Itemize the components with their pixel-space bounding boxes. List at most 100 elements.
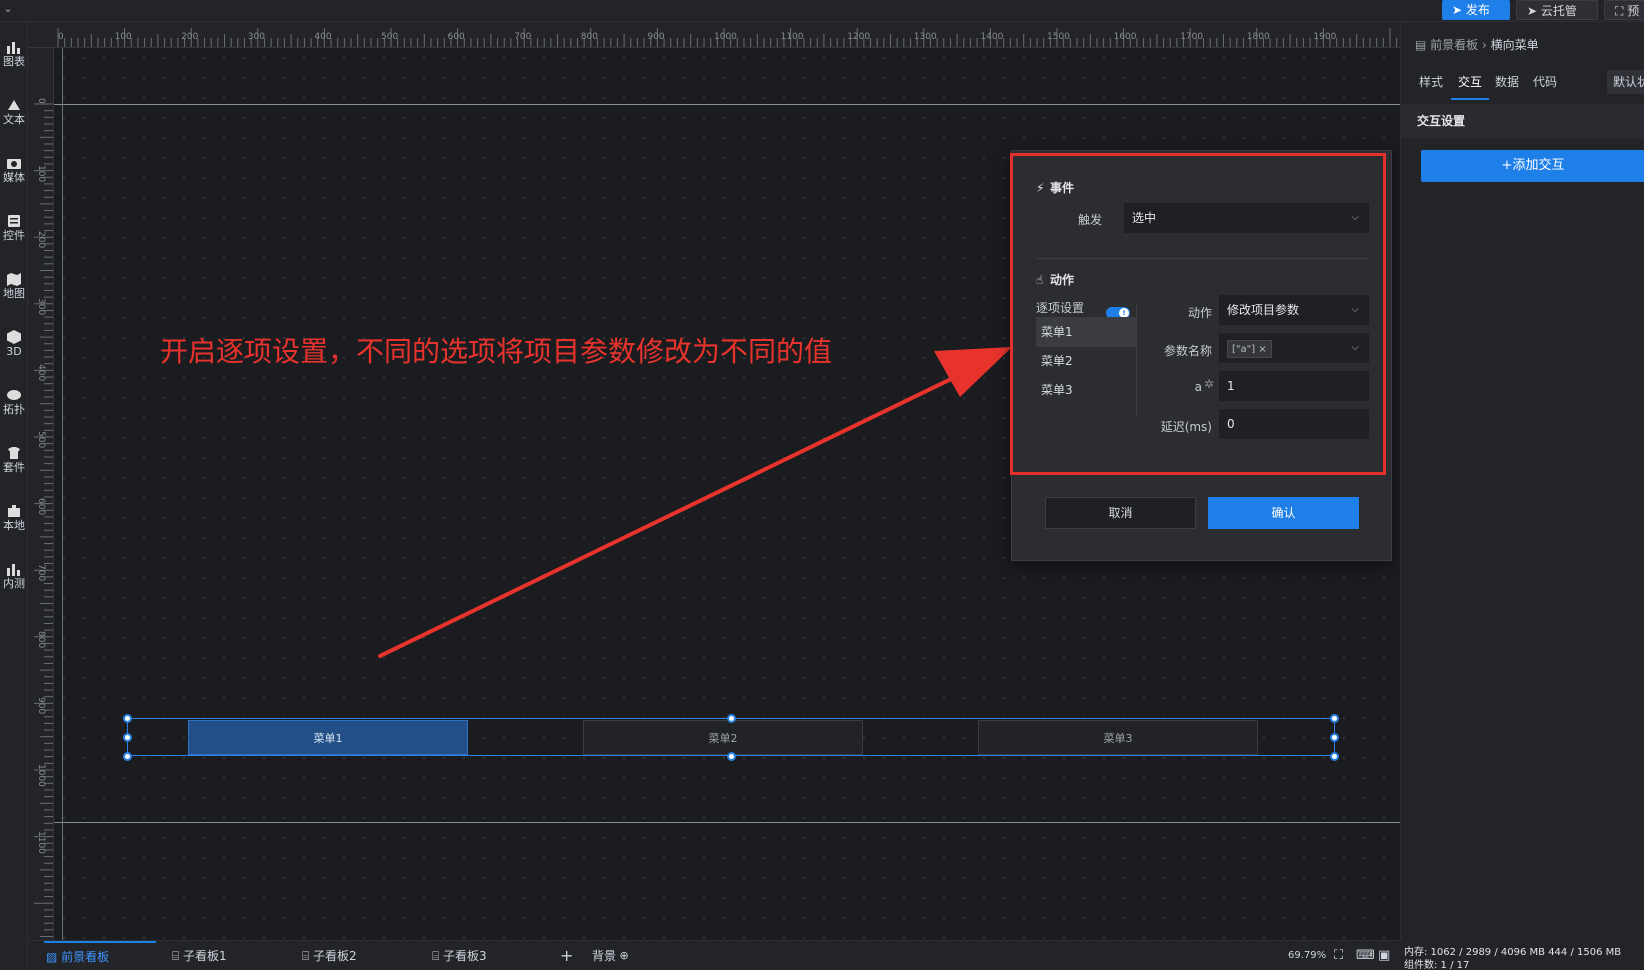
sidebar-item-topology[interactable]: 拓扑 <box>0 378 28 428</box>
sidebar-item-chart[interactable]: 图表 <box>0 30 28 80</box>
tab-data[interactable]: 数据 <box>1495 70 1519 100</box>
close-icon[interactable]: × <box>1258 344 1266 355</box>
ruler-label: 400 <box>314 32 332 42</box>
preview-button[interactable]: ⛶ 预 <box>1604 0 1644 20</box>
action-select[interactable]: 修改项目参数 ⌵ <box>1219 295 1369 325</box>
add-interaction-button[interactable]: +添加交互 <box>1421 150 1644 182</box>
collapse-chevron-icon[interactable]: ⌄ <box>0 2 16 20</box>
send-icon: ➤ <box>1527 4 1541 18</box>
sidebar-item-label: 图表 <box>3 55 25 68</box>
board-tabs-bar: ▨ 前景看板 ⌸ 子看板1 ⌸ 子看板2 ⌸ 子看板3 + 背景 ⊕ 69.79… <box>28 940 1400 970</box>
cancel-button[interactable]: 取消 <box>1045 497 1196 529</box>
zoom-level[interactable]: 69.79% <box>1288 941 1326 970</box>
confirm-button[interactable]: 确认 <box>1208 497 1359 529</box>
trigger-select[interactable]: 选中 ⌵ <box>1124 203 1369 233</box>
ruler-label: 0 <box>58 32 64 42</box>
default-state-button[interactable]: 默认状 <box>1607 70 1644 94</box>
action-label: 动作 <box>1187 306 1212 320</box>
resize-handle[interactable] <box>1330 714 1339 723</box>
tab-subboard-2[interactable]: ⌸ 子看板2 <box>302 941 357 970</box>
tab-foreground-board[interactable]: ▨ 前景看板 <box>44 941 156 970</box>
suite-icon <box>8 447 20 459</box>
sidebar-item-media[interactable]: 媒体 <box>0 146 28 196</box>
sidebar-item-text[interactable]: 文本 <box>0 88 28 138</box>
cube-icon <box>7 330 21 344</box>
chevron-down-icon: ⌵ <box>1351 304 1359 315</box>
resize-handle[interactable] <box>1330 752 1339 761</box>
tab-style[interactable]: 样式 <box>1419 70 1443 100</box>
menu-item-3[interactable]: 菜单3 <box>978 720 1258 755</box>
fit-screen-icon[interactable]: ⛶ <box>1334 941 1343 970</box>
ruler-label: 1100 <box>36 830 46 854</box>
sidebar-item-label: 地图 <box>3 287 25 300</box>
item-list-entry[interactable]: 菜单2 <box>1036 346 1136 376</box>
param-a-label: a <box>1194 380 1202 394</box>
magic-wand-icon[interactable]: ✲ <box>1204 377 1214 391</box>
sidebar-item-3d[interactable]: 3D <box>0 320 28 370</box>
delay-input[interactable]: 0 <box>1219 409 1369 439</box>
action-section-title: ☝ 动作 <box>1036 271 1074 288</box>
monitor-icon: ⌸ <box>302 949 314 963</box>
action-title-label: 动作 <box>1050 273 1075 287</box>
ruler-label: 700 <box>36 564 46 582</box>
ruler-label: 900 <box>36 697 46 715</box>
topology-icon <box>7 390 21 400</box>
publish-button[interactable]: ➤ 发布 <box>1442 0 1510 20</box>
ruler-label: 200 <box>181 32 199 42</box>
component-sidebar: 图表 文本 媒体 控件 地图 3D 拓扑 套件 本地 内测 <box>0 22 28 970</box>
ruler-label: 500 <box>36 431 46 449</box>
sidebar-item-local[interactable]: 本地 <box>0 494 28 544</box>
component-count: 组件数: 1 / 17 <box>1404 960 1470 970</box>
sidebar-item-label: 控件 <box>3 229 25 242</box>
ruler-label: 100 <box>114 32 132 42</box>
sidebar-item-label: 文本 <box>3 113 25 126</box>
item-list-entry[interactable]: 菜单3 <box>1036 375 1136 405</box>
chevron-right-icon: › <box>1478 38 1491 52</box>
ruler-label: 900 <box>647 32 665 42</box>
chevron-down-icon: ⌵ <box>1351 342 1359 353</box>
sidebar-item-map[interactable]: 地图 <box>0 262 28 312</box>
resize-handle[interactable] <box>1330 733 1339 742</box>
sidebar-item-suite[interactable]: 套件 <box>0 436 28 486</box>
status-info: 内存: 1062 / 2989 / 4096 MB 444 / 1506 MB … <box>1400 940 1644 970</box>
param-name-select[interactable]: ["a"] × ⌵ <box>1219 333 1369 363</box>
resize-handle[interactable] <box>727 714 736 723</box>
add-board-button[interactable]: + <box>560 941 573 970</box>
item-list-entry[interactable]: 菜单1 <box>1036 317 1136 347</box>
ruler-label: 0 <box>36 98 46 104</box>
menu-item-2[interactable]: 菜单2 <box>583 720 863 755</box>
preview-label: 预 <box>1627 4 1640 18</box>
resize-handle[interactable] <box>123 733 132 742</box>
keyboard-icon[interactable]: ⌨ <box>1356 941 1375 970</box>
tab-label: 子看板2 <box>313 949 357 963</box>
board-icon: ▨ <box>46 950 62 964</box>
beta-icon <box>7 564 20 576</box>
resize-handle[interactable] <box>123 752 132 761</box>
ruler-label: 1300 <box>913 32 937 42</box>
tab-subboard-3[interactable]: ⌸ 子看板3 <box>432 941 487 970</box>
resize-handle[interactable] <box>123 714 132 723</box>
breadcrumb-root[interactable]: 前景看板 <box>1430 38 1478 52</box>
tab-interaction[interactable]: 交互 <box>1451 70 1489 100</box>
ruler-label: 300 <box>36 297 46 315</box>
terminal-icon[interactable]: ▣ <box>1378 941 1390 970</box>
chevron-down-icon: ⌵ <box>1351 212 1359 223</box>
background-tab[interactable]: 背景 ⊕ <box>592 941 629 970</box>
sidebar-item-label: 媒体 <box>3 171 25 184</box>
monitor-icon: ⌸ <box>172 949 184 963</box>
menu-item-1[interactable]: 菜单1 <box>188 720 468 755</box>
tab-code[interactable]: 代码 <box>1533 70 1557 100</box>
cloud-host-button[interactable]: ➤ 云托管 <box>1516 0 1598 20</box>
ruler-label: 1600 <box>1113 32 1137 42</box>
ruler-label: 700 <box>514 32 532 42</box>
sidebar-item-beta[interactable]: 内测 <box>0 552 28 602</box>
tab-subboard-1[interactable]: ⌸ 子看板1 <box>172 941 227 970</box>
ruler-label: 1400 <box>980 32 1004 42</box>
interaction-dialog: ⚡ 事件 触发 选中 ⌵ ☝ 动作 逐项设置 ! 菜单1 菜单2 菜单3 动作 修改… <box>1010 150 1392 561</box>
add-circle-icon[interactable]: ⊕ <box>616 949 629 962</box>
param-a-input[interactable]: 1 <box>1219 371 1369 401</box>
horizontal-menu-component[interactable]: 菜单1 菜单2 菜单3 <box>123 714 1339 761</box>
resize-handle[interactable] <box>727 752 736 761</box>
breadcrumb-current: 横向菜单 <box>1490 38 1539 52</box>
sidebar-item-widget[interactable]: 控件 <box>0 204 28 254</box>
